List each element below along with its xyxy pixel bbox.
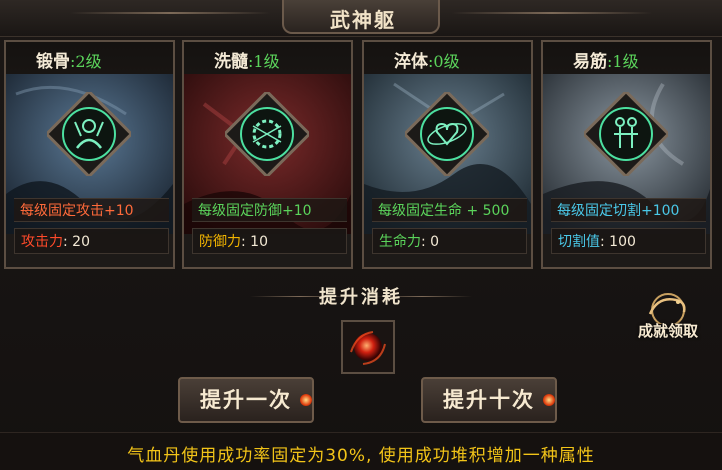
title-deco-right bbox=[452, 12, 652, 14]
red-orb-icon bbox=[543, 394, 555, 406]
panel-change-tendon[interactable]: 易筋:1级 每级固定切割+100 切割值: 100 bbox=[541, 40, 712, 269]
stat-row: 生命力: 0 bbox=[372, 228, 527, 254]
panel-temper-body[interactable]: 淬体:0级 每级固定生命 + 500 生命力: 0 bbox=[362, 40, 533, 269]
body-icon bbox=[584, 92, 668, 176]
panel-title: 易筋:1级 bbox=[573, 52, 639, 72]
panel-title: 淬体:0级 bbox=[394, 52, 460, 72]
upgrade-once-button[interactable]: 提升一次 bbox=[178, 377, 314, 423]
bonus-text: 每级固定生命 + 500 bbox=[372, 198, 527, 222]
stat-label: 生命力 bbox=[379, 234, 421, 250]
panel-header: 洗髓:1级 bbox=[184, 42, 351, 74]
title-plate: 武神躯 bbox=[282, 0, 440, 34]
level-label: :0级 bbox=[428, 52, 460, 71]
panel-title: 锻骨:2级 bbox=[36, 52, 102, 72]
upgrade-ten-button[interactable]: 提升十次 bbox=[421, 377, 557, 423]
title-bar: 武神躯 bbox=[0, 0, 722, 37]
bonus-text: 每级固定切割+100 bbox=[551, 198, 706, 222]
panel-header: 淬体:0级 bbox=[364, 42, 531, 74]
warrior-icon bbox=[47, 92, 131, 176]
level-label: :1级 bbox=[248, 52, 280, 71]
red-orb-icon bbox=[300, 394, 312, 406]
panel-forge-bone[interactable]: 锻骨:2级 每级固定攻击+10 攻击力: 20 bbox=[4, 40, 175, 269]
panel-cleanse-marrow[interactable]: 洗髓:1级 每级固定防御+10 防御力: 10 bbox=[182, 40, 353, 269]
stat-value: : 0 bbox=[421, 234, 440, 250]
cost-item-slot[interactable] bbox=[341, 320, 395, 374]
achievement-label: 成就领取 bbox=[637, 322, 698, 340]
window-title: 武神躯 bbox=[330, 8, 396, 32]
heart-orbit-icon bbox=[405, 92, 489, 176]
panel-title: 洗髓:1级 bbox=[214, 52, 280, 72]
panel-header: 易筋:1级 bbox=[543, 42, 710, 74]
title-deco-left bbox=[70, 12, 270, 14]
qixue-pill-icon bbox=[350, 331, 386, 365]
stat-value: : 10 bbox=[241, 234, 268, 250]
stat-value: : 100 bbox=[600, 234, 636, 250]
stat-row: 防御力: 10 bbox=[192, 228, 347, 254]
stat-row: 切割值: 100 bbox=[551, 228, 706, 254]
cost-title: 提升消耗 bbox=[319, 287, 403, 308]
upgrade-once-label: 提升一次 bbox=[200, 387, 292, 412]
stat-value: : 20 bbox=[63, 234, 90, 250]
footer-hint: 气血丹使用成功率固定为30%, 使用成功堆积增加一种属性 bbox=[127, 446, 595, 466]
level-label: :2级 bbox=[70, 52, 102, 71]
stat-label: 切割值 bbox=[558, 234, 600, 250]
bonus-text: 每级固定防御+10 bbox=[192, 198, 347, 222]
upgrade-ten-label: 提升十次 bbox=[443, 387, 535, 412]
stat-label: 攻击力 bbox=[21, 234, 63, 250]
panel-header: 锻骨:2级 bbox=[6, 42, 173, 74]
bonus-text: 每级固定攻击+10 bbox=[14, 198, 169, 222]
level-label: :1级 bbox=[607, 52, 639, 71]
stat-label: 防御力 bbox=[199, 234, 241, 250]
martial-body-window: 武神躯 锻骨:2级 每级固定攻击+10 攻击力: 20 洗髓:1级 每级固定防御… bbox=[0, 0, 722, 470]
dragon-emblem-icon bbox=[648, 293, 686, 324]
achievement-claim-button[interactable]: 成就领取 bbox=[628, 290, 708, 350]
ring-icon bbox=[225, 92, 309, 176]
stat-row: 攻击力: 20 bbox=[14, 228, 169, 254]
footer-bar: 气血丹使用成功率固定为30%, 使用成功堆积增加一种属性 bbox=[0, 432, 722, 470]
